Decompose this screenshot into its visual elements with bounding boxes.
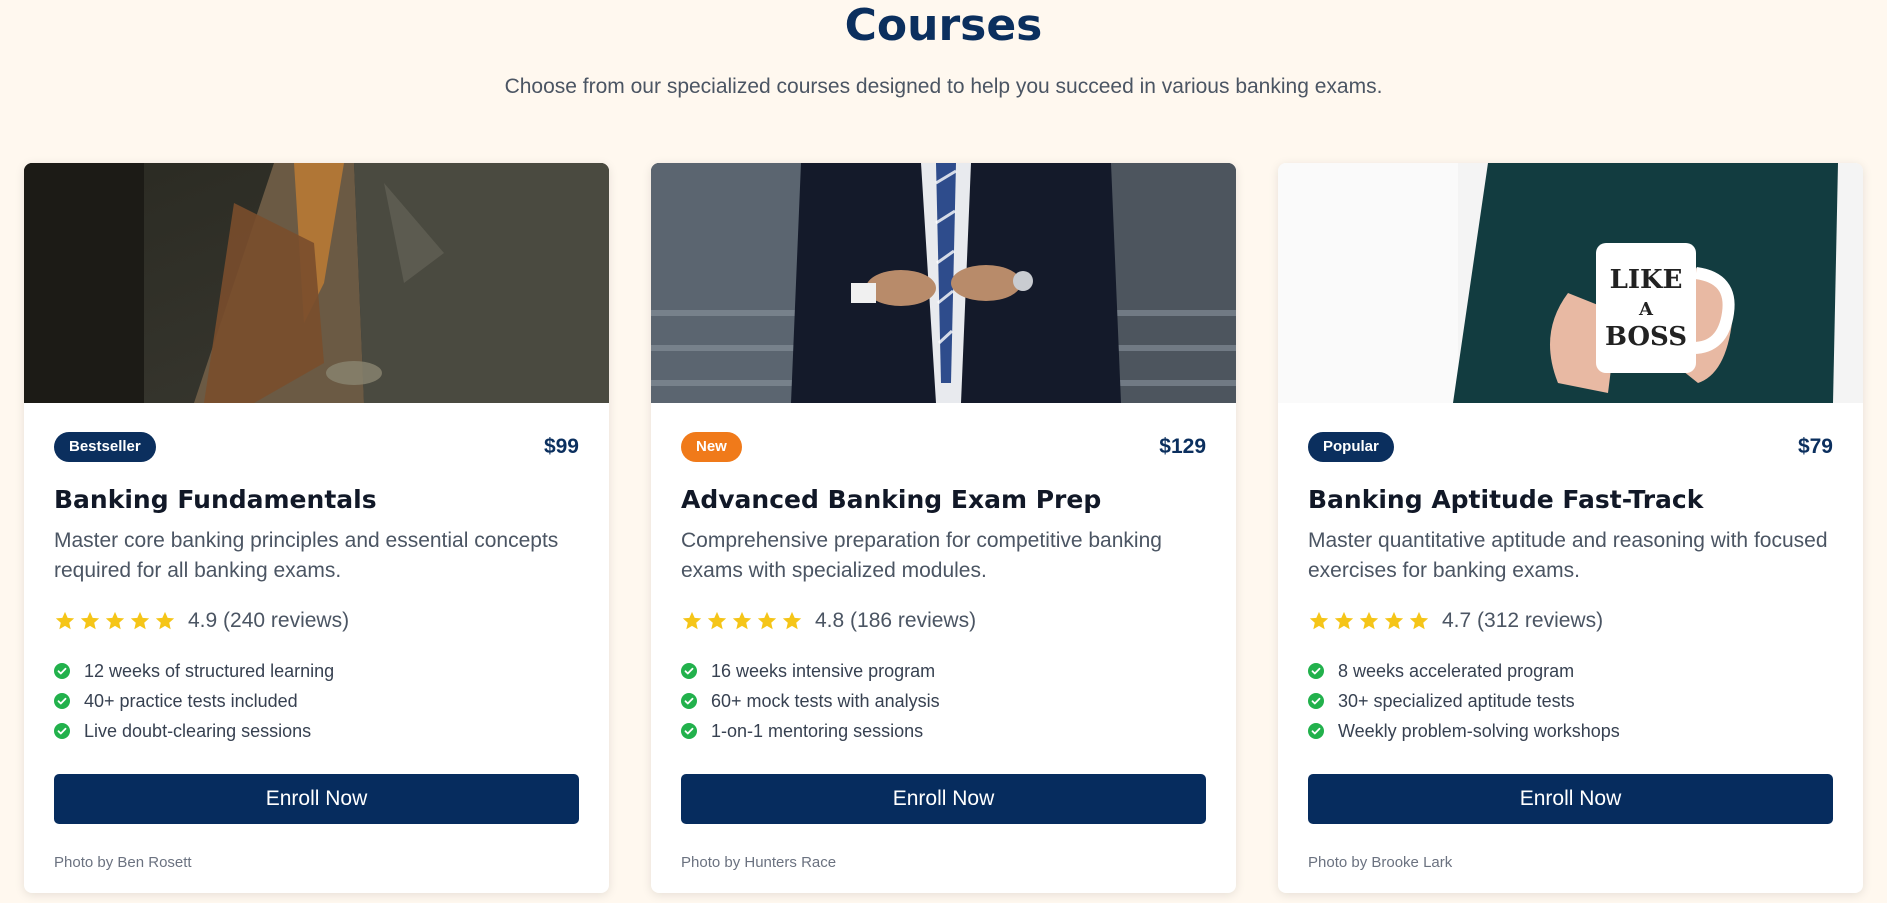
mug-text: BOSS: [1605, 322, 1687, 352]
course-image-businessman-suit: [651, 163, 1236, 403]
feature-item: 8 weeks accelerated program: [1308, 656, 1833, 686]
course-rating: 4.9 (240 reviews): [54, 606, 579, 636]
feature-item: 12 weeks of structured learning: [54, 656, 579, 686]
feature-text: Weekly problem-solving workshops: [1338, 720, 1620, 741]
star-icon: [1359, 611, 1379, 630]
star-icon: [130, 611, 150, 630]
photo-credit: Photo by Ben Rosett: [54, 854, 192, 871]
star-icon: [1384, 611, 1404, 630]
course-description: Comprehensive preparation for competitiv…: [681, 529, 1162, 582]
enroll-now-button[interactable]: Enroll Now: [681, 774, 1206, 824]
check-circle-icon: [1308, 723, 1324, 739]
course-rating: 4.8 (186 reviews): [681, 606, 1206, 636]
star-icon: [1309, 611, 1329, 630]
photo-credit: Photo by Hunters Race: [681, 854, 837, 871]
feature-text: Live doubt-clearing sessions: [84, 720, 312, 741]
feature-item: 30+ specialized aptitude tests: [1308, 686, 1833, 716]
course-description: Master core banking principles and essen…: [54, 529, 559, 582]
course-card-banking-aptitude-fast-track: LIKE A BOSS Popular $79 Banking Aptitude…: [1278, 163, 1863, 893]
course-price: $79: [1797, 435, 1833, 458]
rating-stars: [681, 610, 803, 632]
feature-item: 16 weeks intensive program: [681, 656, 1206, 686]
feature-item: 40+ practice tests included: [54, 686, 579, 716]
course-title: Advanced Banking Exam Prep: [681, 485, 1102, 514]
rating-text: 4.9 (240 reviews): [188, 609, 350, 632]
feature-text: 1-on-1 mentoring sessions: [711, 720, 924, 741]
course-badge: Popular: [1308, 432, 1394, 462]
course-badge: New: [681, 432, 742, 462]
course-badge: Bestseller: [54, 432, 156, 462]
star-icon: [757, 611, 777, 630]
star-icon: [682, 611, 702, 630]
mug-text: A: [1638, 299, 1654, 320]
feature-item: 1-on-1 mentoring sessions: [681, 716, 1206, 746]
course-cards: Bestseller $99 Banking Fundamentals Mast…: [24, 163, 1863, 893]
check-circle-icon: [681, 663, 697, 679]
feature-text: 30+ specialized aptitude tests: [1338, 690, 1575, 711]
feature-item: 60+ mock tests with analysis: [681, 686, 1206, 716]
course-rating: 4.7 (312 reviews): [1308, 606, 1833, 636]
enroll-now-button[interactable]: Enroll Now: [1308, 774, 1833, 824]
star-icon: [732, 611, 752, 630]
star-icon: [80, 611, 100, 630]
course-features: 8 weeks accelerated program 30+ speciali…: [1308, 656, 1833, 746]
rating-stars: [54, 610, 176, 632]
enroll-now-button[interactable]: Enroll Now: [54, 774, 579, 824]
course-image-like-a-boss-mug: LIKE A BOSS: [1278, 163, 1863, 403]
rating-text: 4.8 (186 reviews): [815, 609, 977, 632]
rating-text: 4.7 (312 reviews): [1442, 609, 1604, 632]
course-price: $129: [1159, 435, 1206, 458]
star-icon: [105, 611, 125, 630]
check-circle-icon: [681, 693, 697, 709]
rating-stars: [1308, 610, 1430, 632]
check-circle-icon: [681, 723, 697, 739]
feature-text: 16 weeks intensive program: [711, 660, 936, 681]
feature-item: Weekly problem-solving workshops: [1308, 716, 1833, 746]
feature-text: 40+ practice tests included: [84, 690, 298, 711]
course-title: Banking Aptitude Fast-Track: [1308, 485, 1704, 514]
star-icon: [1409, 611, 1429, 630]
courses-section: Courses Choose from our specialized cour…: [0, 0, 1887, 903]
course-features: 12 weeks of structured learning 40+ prac…: [54, 656, 579, 746]
course-features: 16 weeks intensive program 60+ mock test…: [681, 656, 1206, 746]
course-price: $99: [543, 435, 579, 458]
star-icon: [1334, 611, 1354, 630]
course-image-businessman-tie: [24, 163, 609, 403]
check-circle-icon: [54, 663, 70, 679]
course-card-advanced-banking-exam-prep: New $129 Advanced Banking Exam Prep Comp…: [651, 163, 1236, 893]
course-title: Banking Fundamentals: [54, 485, 377, 514]
feature-text: 60+ mock tests with analysis: [711, 690, 940, 711]
check-circle-icon: [54, 723, 70, 739]
course-description: Master quantitative aptitude and reasoni…: [1308, 529, 1828, 582]
star-icon: [155, 611, 175, 630]
feature-text: 12 weeks of structured learning: [84, 660, 335, 681]
check-circle-icon: [1308, 663, 1324, 679]
feature-text: 8 weeks accelerated program: [1338, 660, 1575, 681]
course-card-banking-fundamentals: Bestseller $99 Banking Fundamentals Mast…: [24, 163, 609, 893]
section-title: Courses: [844, 0, 1043, 51]
star-icon: [707, 611, 727, 630]
check-circle-icon: [1308, 693, 1324, 709]
section-subtitle: Choose from our specialized courses desi…: [504, 75, 1383, 98]
feature-item: Live doubt-clearing sessions: [54, 716, 579, 746]
photo-credit: Photo by Brooke Lark: [1308, 854, 1453, 871]
star-icon: [55, 611, 75, 630]
check-circle-icon: [54, 693, 70, 709]
mug-text: LIKE: [1610, 265, 1683, 295]
star-icon: [782, 611, 802, 630]
